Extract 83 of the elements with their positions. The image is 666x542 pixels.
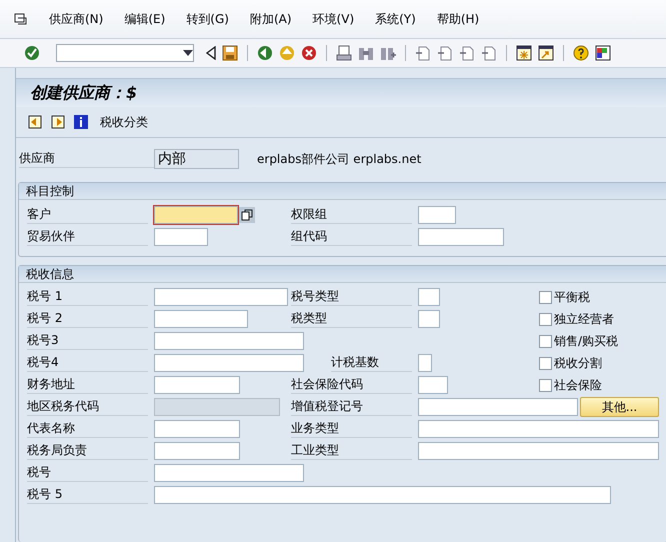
up-icon[interactable] [279, 45, 295, 61]
field-label: 客户 [27, 206, 148, 224]
checkbox-label: 平衡税 [554, 288, 590, 306]
checkbox[interactable] [539, 312, 552, 326]
field-label: 增值税登记号 [291, 398, 412, 416]
save-icon[interactable] [222, 45, 238, 61]
back-icon[interactable] [257, 45, 273, 61]
vendor-description: erplabs部件公司 erplabs.net [257, 150, 422, 168]
menu-item[interactable]: 转到(G) [186, 10, 229, 28]
menu-item[interactable]: 帮助(H) [436, 10, 480, 28]
input-field[interactable] [418, 376, 448, 394]
field-label: 税务局负责 [27, 442, 148, 460]
input-field[interactable] [418, 420, 659, 438]
field-label: 税号3 [27, 332, 148, 350]
screen-title: 创建供应商：$ [16, 78, 666, 107]
field-label: 税号类型 [291, 288, 412, 306]
checkbox-label: 独立经营者 [554, 310, 614, 328]
section-header: 税收信息 [19, 266, 666, 283]
layout-icon[interactable] [595, 45, 611, 61]
checkbox[interactable] [539, 334, 552, 348]
input-field[interactable] [418, 442, 659, 460]
input-field[interactable] [154, 228, 208, 246]
field-label: 税号 1 [27, 288, 148, 306]
info-icon[interactable] [74, 115, 88, 129]
menu-item[interactable]: 系统(Y) [375, 10, 416, 28]
input-field[interactable] [418, 228, 504, 246]
checkbox[interactable] [539, 378, 552, 392]
menu-item[interactable]: 编辑(E) [124, 10, 166, 28]
field-label: 计税基数 [331, 354, 412, 372]
input-field[interactable] [154, 332, 304, 350]
input-field[interactable] [418, 288, 440, 306]
checkbox-label: 税收分割 [554, 354, 602, 372]
field-label: 财务地址 [27, 376, 148, 394]
cancel-icon[interactable] [301, 45, 317, 61]
more-button[interactable]: 其他... [580, 397, 659, 417]
input-field[interactable] [154, 354, 304, 372]
input-field[interactable] [154, 376, 240, 394]
checkbox-label: 销售/购买税 [554, 332, 618, 350]
checkmark-icon[interactable] [24, 45, 40, 61]
input-field[interactable] [418, 310, 440, 328]
field-label: 税号 2 [27, 310, 148, 328]
field-label: 税号4 [27, 354, 148, 372]
input-field[interactable] [418, 354, 432, 372]
input-field[interactable] [154, 464, 304, 482]
previous-record-icon[interactable] [28, 115, 42, 129]
input-field[interactable] [418, 206, 456, 224]
field-label: 地区税务代码 [27, 398, 148, 416]
input-field[interactable] [154, 206, 238, 224]
command-field[interactable] [56, 44, 194, 62]
field-label: 工业类型 [291, 442, 412, 460]
search-help-icon[interactable] [239, 207, 255, 223]
field-label: 贸易伙伴 [27, 228, 148, 246]
input-field[interactable] [154, 420, 240, 438]
field-label: 税号 [27, 464, 148, 482]
checkbox[interactable] [539, 290, 552, 304]
next-record-icon[interactable] [51, 115, 65, 129]
section-header: 科目控制 [19, 183, 666, 200]
input-field[interactable] [154, 288, 288, 306]
menu-item[interactable]: 环境(V) [312, 10, 354, 28]
triangle-left-icon[interactable] [206, 46, 216, 60]
menu-item[interactable]: 供应商(N) [49, 10, 104, 28]
help-icon[interactable] [573, 45, 589, 61]
toolbar-link[interactable]: 税收分类 [100, 114, 148, 130]
field-label: 权限组 [291, 206, 412, 224]
field-label: 代表名称 [27, 420, 148, 438]
checkbox-label: 社会保险 [554, 376, 602, 394]
menu-item[interactable]: 附加(A) [250, 10, 292, 28]
vendor-field: 内部 [154, 149, 239, 169]
input-field[interactable] [154, 310, 248, 328]
dropdown-icon[interactable] [183, 50, 193, 56]
field-label: 业务类型 [291, 420, 412, 438]
new-window-icon[interactable] [516, 45, 532, 61]
field-label: 组代码 [291, 228, 412, 246]
print-icon[interactable] [336, 45, 352, 61]
field-label: 社会保险代码 [291, 376, 412, 394]
field-label: 税类型 [291, 310, 412, 328]
input-field[interactable] [154, 486, 611, 504]
checkbox[interactable] [539, 356, 552, 370]
input-field[interactable] [154, 442, 240, 460]
shortcut-icon[interactable] [538, 45, 554, 61]
field-label: 税号 5 [27, 486, 148, 504]
menu-icon[interactable] [14, 13, 28, 25]
input-field[interactable] [418, 398, 578, 416]
